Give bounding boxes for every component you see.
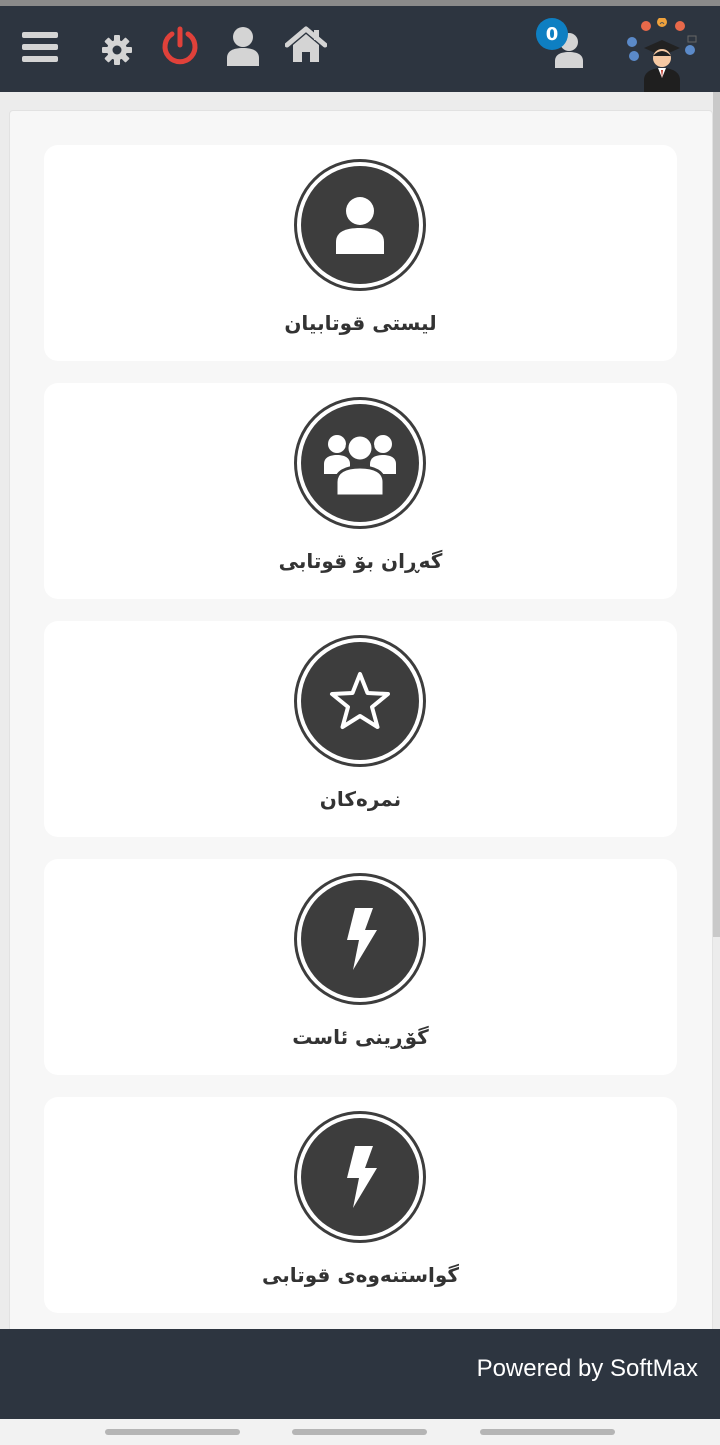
user-icon[interactable] [226, 26, 260, 66]
users-icon [324, 433, 396, 496]
card-label: نمرەکان [319, 787, 402, 811]
notification-count-badge: 0 [536, 18, 568, 50]
avatar[interactable] [624, 18, 702, 92]
card-icon-circle [294, 159, 426, 291]
card-icon-circle [294, 1111, 426, 1243]
notifications-button[interactable]: 0 [534, 16, 586, 72]
footer: Powered by SoftMax [0, 1329, 720, 1419]
bottom-system-bar [0, 1419, 720, 1445]
user-icon [336, 197, 384, 254]
top-navbar: 0 [0, 6, 720, 92]
card-transfer-student[interactable]: گواستنەوەی قوتابی [44, 1097, 677, 1313]
footer-credit: Powered by SoftMax [476, 1355, 698, 1382]
star-icon [330, 672, 390, 729]
bolt-icon [347, 1146, 377, 1208]
card-label: لیستی قوتابیان [284, 311, 437, 335]
nav-pill-center[interactable] [292, 1429, 427, 1435]
bolt-icon [347, 908, 377, 970]
card-icon-circle [294, 873, 426, 1005]
card-label: گواستنەوەی قوتابی [261, 1263, 460, 1287]
card-grades[interactable]: نمرەکان [44, 621, 677, 837]
card-search-student[interactable]: گەڕان بۆ قوتابی [44, 383, 677, 599]
nav-pill-left[interactable] [105, 1429, 240, 1435]
home-icon[interactable] [285, 26, 327, 64]
card-icon-circle [294, 397, 426, 529]
card-change-level[interactable]: گۆڕینی ئاست [44, 859, 677, 1075]
nav-pill-right[interactable] [480, 1429, 615, 1435]
menu-icon[interactable] [22, 30, 58, 64]
card-icon-circle [294, 635, 426, 767]
power-icon[interactable] [160, 26, 200, 66]
card-label: گەڕان بۆ قوتابی [278, 549, 443, 573]
card-label: گۆڕینی ئاست [292, 1025, 429, 1049]
card-student-list[interactable]: لیستی قوتابیان [44, 145, 677, 361]
gear-icon[interactable] [101, 34, 133, 66]
scrollbar[interactable] [713, 92, 720, 937]
